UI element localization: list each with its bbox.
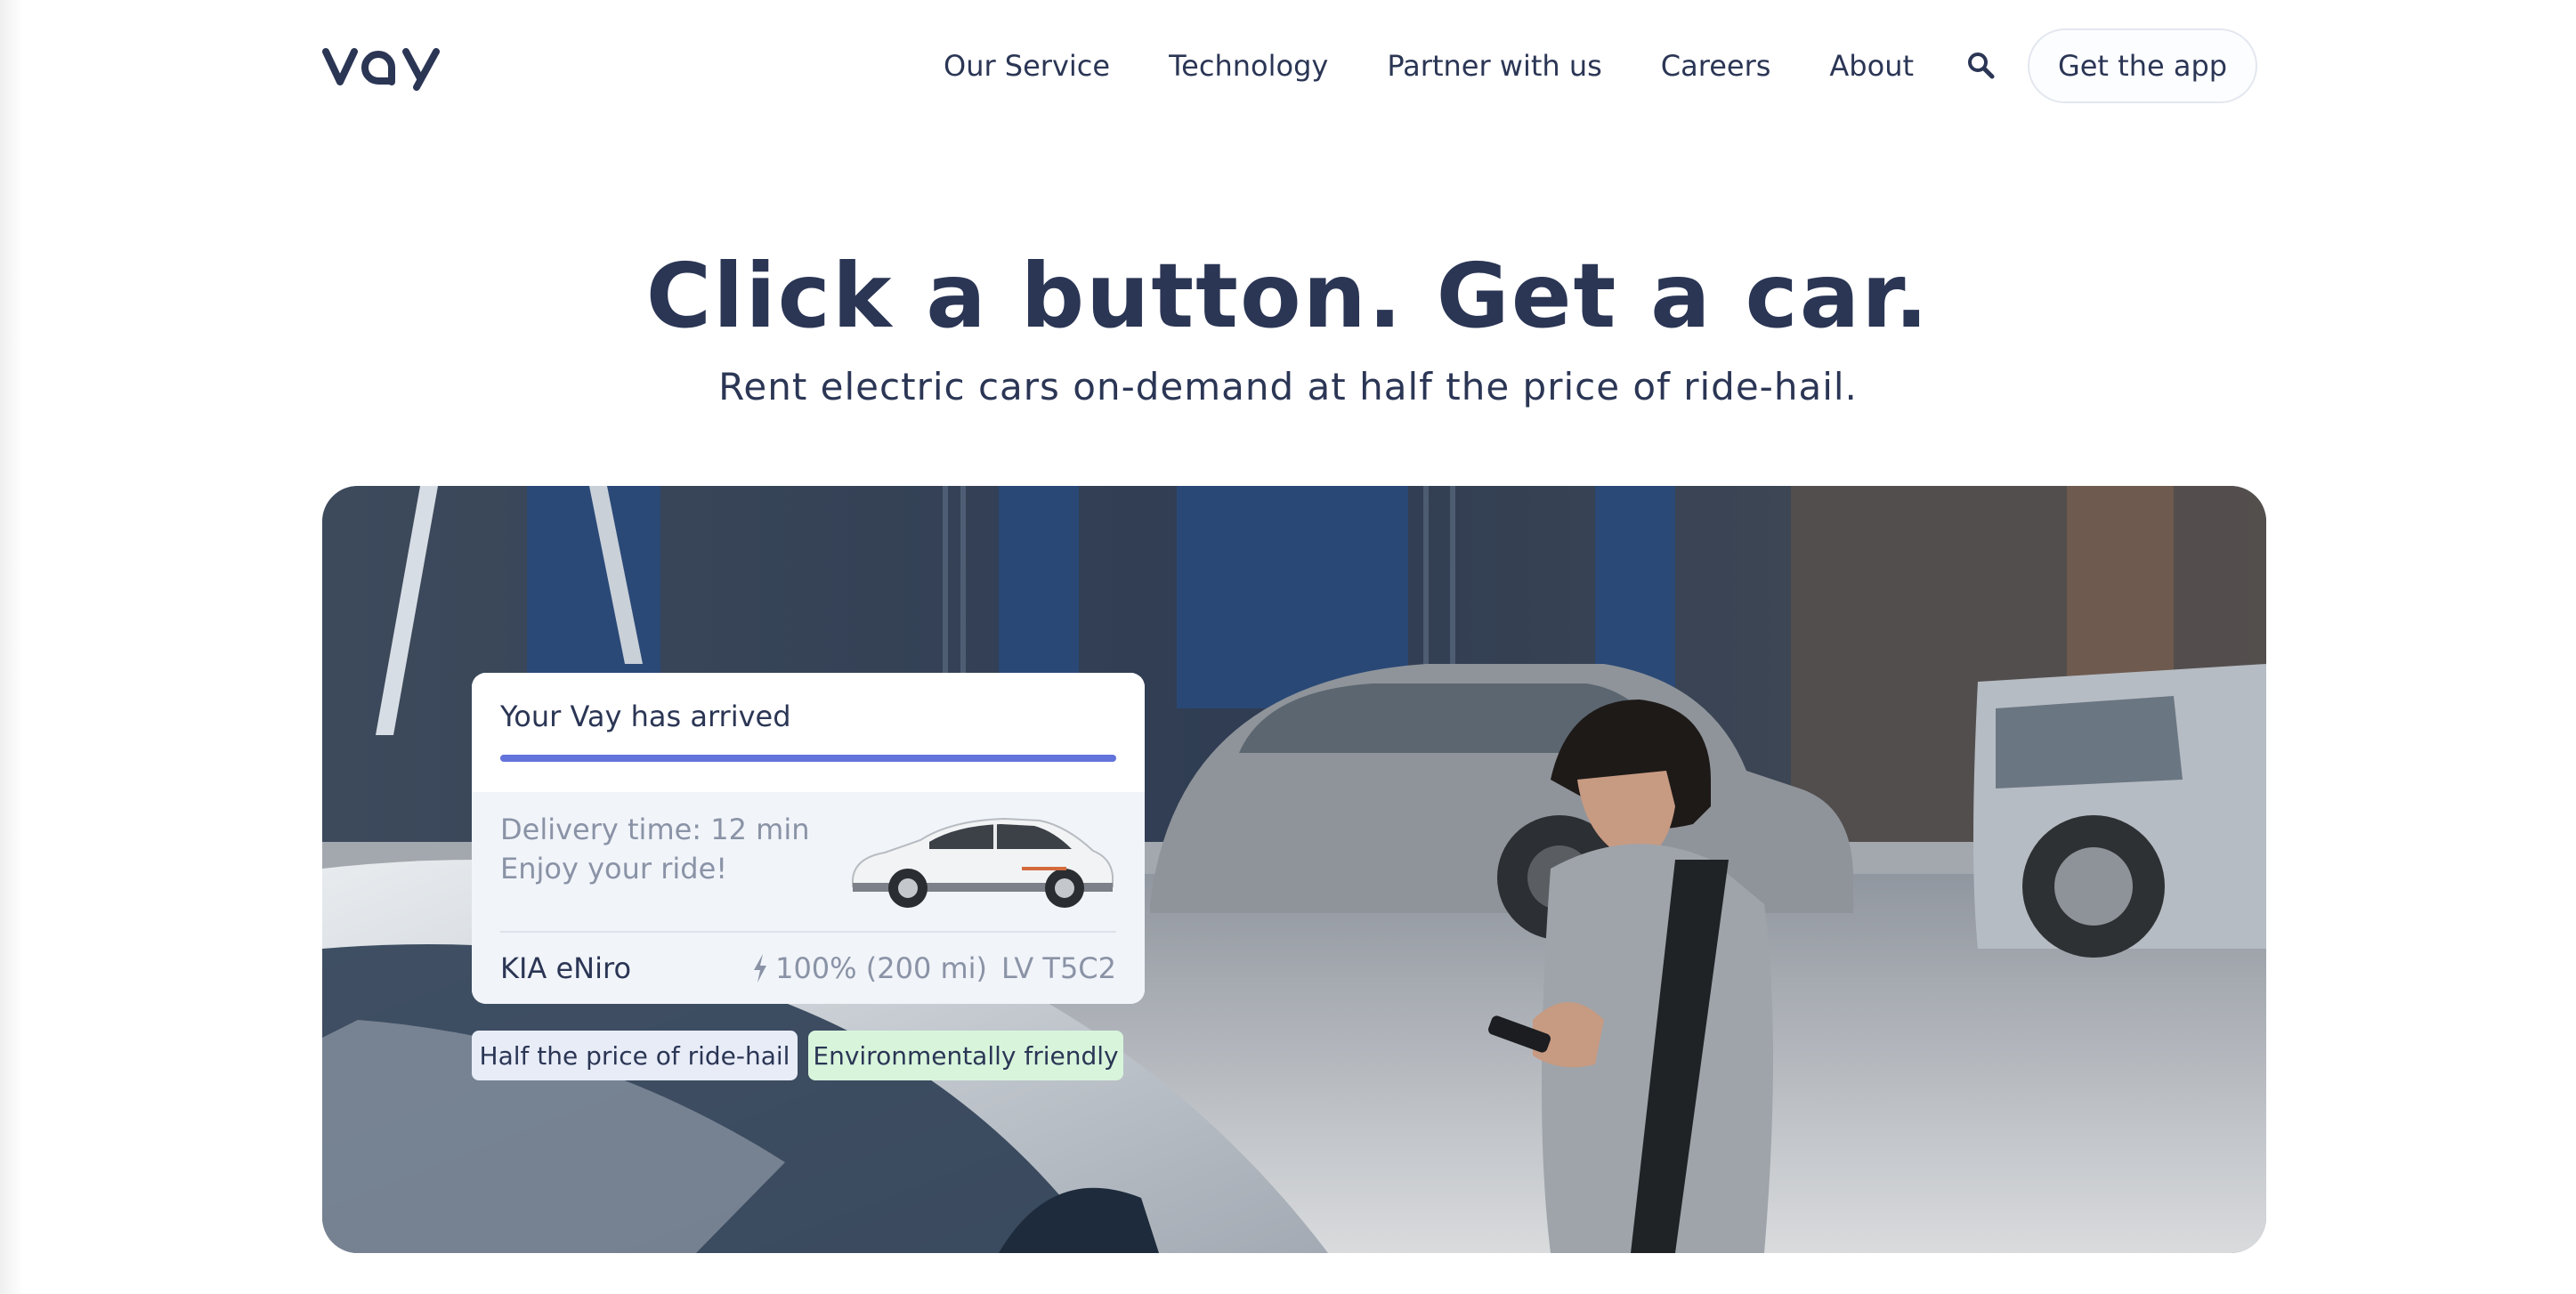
card-divider [500,931,1116,933]
nav-careers[interactable]: Careers [1661,49,1771,83]
main-nav: Our Service Technology Partner with us C… [944,41,1914,91]
nav-technology[interactable]: Technology [1169,49,1328,83]
license-plate: LV T5C2 [1001,951,1116,985]
search-icon[interactable] [1965,50,1996,80]
vehicle-status-card: Your Vay has arrived Delivery time: 12 m… [472,673,1145,1004]
delivery-progress-bar [500,755,1116,762]
delivery-time: Delivery time: 12 min [500,813,810,846]
hero-subtitle: Rent electric cars on-demand at half the… [718,365,1858,408]
car-model: KIA eNiro [500,951,632,985]
car-stats: 100% (200 mi) LV T5C2 [752,949,1116,988]
progress-fill [500,755,1116,762]
battery-range: 100% (200 mi) [775,951,988,985]
car-thumbnail [852,817,1114,908]
vay-logo[interactable] [322,43,440,91]
page-edge [0,0,23,1294]
nav-partner-with-us[interactable]: Partner with us [1387,49,1601,83]
card-header: Your Vay has arrived [472,673,1145,792]
nav-about[interactable]: About [1829,49,1914,83]
get-the-app-button[interactable]: Get the app [2028,28,2257,103]
card-body: Delivery time: 12 min Enjoy your ride! K… [472,792,1145,1004]
nav-our-service[interactable]: Our Service [944,49,1110,83]
tag-half-price: Half the price of ride-hail [472,1031,798,1080]
hero-title: Click a button. Get a car. [645,244,1931,348]
enjoy-message: Enjoy your ride! [500,852,728,886]
card-title: Your Vay has arrived [500,700,791,733]
tag-eco-friendly: Environmentally friendly [808,1031,1123,1080]
bolt-icon [754,954,767,983]
